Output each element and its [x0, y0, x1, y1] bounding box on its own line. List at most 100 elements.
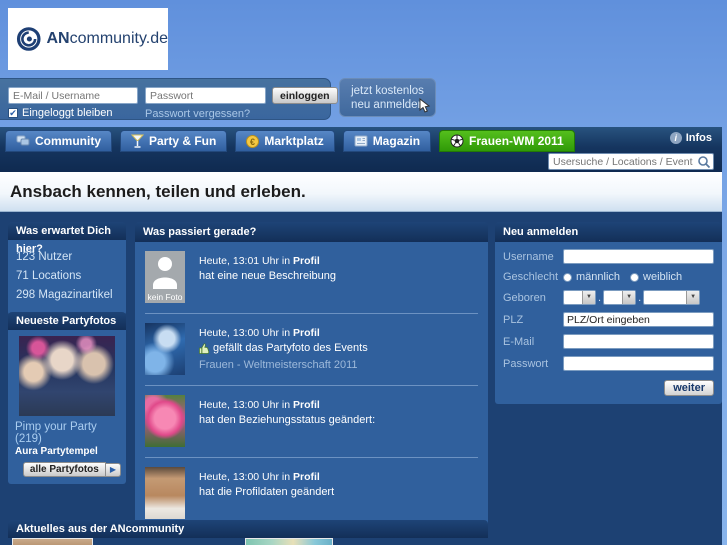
euro-coin-icon: €	[246, 134, 260, 148]
speech-bubbles-icon	[16, 135, 30, 146]
birth-month-select[interactable]: ▼	[603, 290, 637, 305]
plz-label: PLZ	[503, 313, 524, 326]
news-thumbnail[interactable]	[12, 538, 93, 545]
remember-checkbox[interactable]: ✔	[8, 108, 18, 118]
forgot-password-link[interactable]: Passwort vergessen?	[145, 108, 250, 120]
username-field[interactable]	[563, 249, 714, 264]
feed-action-text: gefällt das Partyfoto des Events	[213, 342, 368, 354]
content-area: Was erwartet Dich hier? 123 Nutzer 71 Lo…	[0, 212, 722, 545]
avatar-caption: kein Foto	[147, 292, 183, 302]
partyfotos-panel: Neueste Partyfotos Pimp your Party (219)…	[8, 312, 126, 484]
avatar-photo[interactable]	[145, 467, 185, 519]
stat-locations: 71 Locations	[16, 270, 82, 282]
feed-target-link[interactable]: Profil	[293, 327, 320, 339]
signup-panel: Neu anmelden Username Geschlecht männlic…	[495, 222, 722, 404]
feed-time: Heute, 13:00 Uhr in	[199, 471, 291, 483]
stats-panel-title: Was erwartet Dich hier?	[8, 222, 126, 255]
feed-event-link[interactable]: Frauen - Weltmeisterschaft 2011	[199, 358, 358, 372]
feed-item: Heute, 13:00 Uhr in Profil hat den Bezie…	[145, 386, 478, 458]
password-label: Passwort	[503, 357, 549, 370]
birth-year-select[interactable]: ▼	[643, 290, 701, 305]
gender-male-radio[interactable]	[563, 272, 572, 282]
stat-articles: 298 Magazinartikel	[16, 289, 113, 301]
chevron-down-icon: ▼	[622, 291, 636, 304]
hero-banner: Ansbach kennen, teilen und erleben.	[0, 172, 722, 212]
stats-panel: Was erwartet Dich hier? 123 Nutzer 71 Lo…	[8, 222, 126, 315]
news-panel-title: Aktuelles aus der ANcommunity	[8, 520, 488, 538]
feed-panel: Was passiert gerade? kein Foto Heute, 13…	[135, 222, 488, 530]
gender-label: Geschlecht	[503, 271, 559, 283]
remember-me[interactable]: ✔ Eingeloggt bleiben	[8, 107, 113, 119]
signup-cta-button[interactable]: jetzt kostenlos neu anmelden	[339, 78, 436, 117]
gender-male-label[interactable]: männlich	[576, 271, 620, 283]
stat-users: 123 Nutzer	[16, 251, 73, 263]
search-box	[548, 153, 714, 170]
thumbs-up-icon	[199, 342, 210, 354]
feed-target-link[interactable]: Profil	[293, 471, 320, 483]
login-button[interactable]: einloggen	[272, 87, 338, 104]
birth-day-select[interactable]: ▼	[563, 290, 596, 305]
news-thumbnail[interactable]	[245, 538, 333, 545]
birthday-label: Geboren	[503, 291, 546, 304]
tab-marktplatz[interactable]: € Marktplatz	[235, 130, 335, 152]
feed-target-link[interactable]: Profil	[293, 255, 320, 267]
svg-text:€: €	[250, 136, 255, 146]
email-field[interactable]	[563, 334, 714, 349]
feed-time: Heute, 13:00 Uhr in	[199, 327, 291, 339]
logo-text: ANcommunity.de	[46, 30, 168, 47]
password-field[interactable]	[563, 356, 714, 371]
party-photo-link[interactable]: Pimp your Party (219)	[15, 421, 119, 445]
feed-time: Heute, 13:01 Uhr in	[199, 255, 291, 267]
tab-label: Magazin	[372, 134, 421, 148]
logo-icon	[16, 27, 41, 51]
infos-link[interactable]: i Infos	[669, 132, 712, 144]
login-bar: einloggen ✔ Eingeloggt bleiben Passwort …	[0, 78, 338, 120]
search-icon[interactable]	[697, 155, 711, 169]
feed-item: Heute, 13:00 Uhr in Profil gefällt das P…	[145, 314, 478, 386]
gender-female-label[interactable]: weiblich	[643, 271, 682, 283]
tab-label: Party & Fun	[149, 134, 217, 148]
weiter-button[interactable]: weiter	[664, 380, 714, 396]
feed-panel-title: Was passiert gerade?	[135, 222, 488, 242]
email-label: E-Mail	[503, 335, 535, 348]
party-photo-thumbnail[interactable]	[19, 336, 115, 416]
search-input[interactable]	[549, 155, 697, 168]
all-partyfotos-label: alle Partyfotos	[22, 462, 106, 477]
all-partyfotos-button[interactable]: alle Partyfotos ▶	[22, 462, 121, 477]
feed-time: Heute, 13:00 Uhr in	[199, 399, 291, 411]
signup-cta-line1: jetzt kostenlos	[351, 85, 424, 97]
feed-action-text: hat den Beziehungsstatus geändert:	[199, 414, 376, 426]
feed-action-text: hat eine neue Beschreibung	[199, 270, 336, 282]
avatar-no-photo[interactable]: kein Foto	[145, 251, 185, 303]
newspaper-icon	[354, 135, 368, 147]
gender-female-radio[interactable]	[630, 272, 640, 282]
signup-panel-title: Neu anmelden	[495, 222, 722, 242]
avatar-photo[interactable]	[145, 323, 185, 375]
login-password-input[interactable]	[145, 87, 266, 104]
avatar-photo[interactable]	[145, 395, 185, 447]
logo[interactable]: ANcommunity.de	[8, 8, 168, 70]
feed-target-link[interactable]: Profil	[293, 399, 320, 411]
page: ANcommunity.de einloggen ✔ Eingeloggt bl…	[0, 0, 727, 545]
nav-tabs: Community Party & Fun € Marktplatz Magaz…	[5, 130, 575, 152]
play-arrow-icon: ▶	[105, 462, 121, 477]
partyfotos-panel-title: Neueste Partyfotos	[8, 312, 126, 330]
tab-label: Frauen-WM 2011	[469, 134, 564, 148]
hero-headline: Ansbach kennen, teilen und erleben.	[10, 182, 306, 201]
login-username-input[interactable]	[8, 87, 138, 104]
tab-magazin[interactable]: Magazin	[342, 130, 432, 152]
feed-item: kein Foto Heute, 13:01 Uhr in Profil hat…	[145, 242, 478, 314]
info-icon: i	[669, 132, 682, 144]
mouse-cursor-icon	[419, 98, 431, 113]
navbar: Community Party & Fun € Marktplatz Magaz…	[0, 127, 722, 172]
cocktail-icon	[131, 134, 144, 148]
tab-community[interactable]: Community	[5, 130, 112, 152]
chevron-down-icon: ▼	[686, 291, 700, 304]
person-silhouette-icon	[153, 257, 177, 289]
date-separator: .	[638, 291, 642, 304]
tab-frauen-wm-2011[interactable]: Frauen-WM 2011	[439, 130, 575, 152]
infos-label: Infos	[685, 132, 712, 144]
plz-field[interactable]	[563, 312, 714, 327]
username-label: Username	[503, 250, 554, 263]
tab-party-fun[interactable]: Party & Fun	[120, 130, 228, 152]
